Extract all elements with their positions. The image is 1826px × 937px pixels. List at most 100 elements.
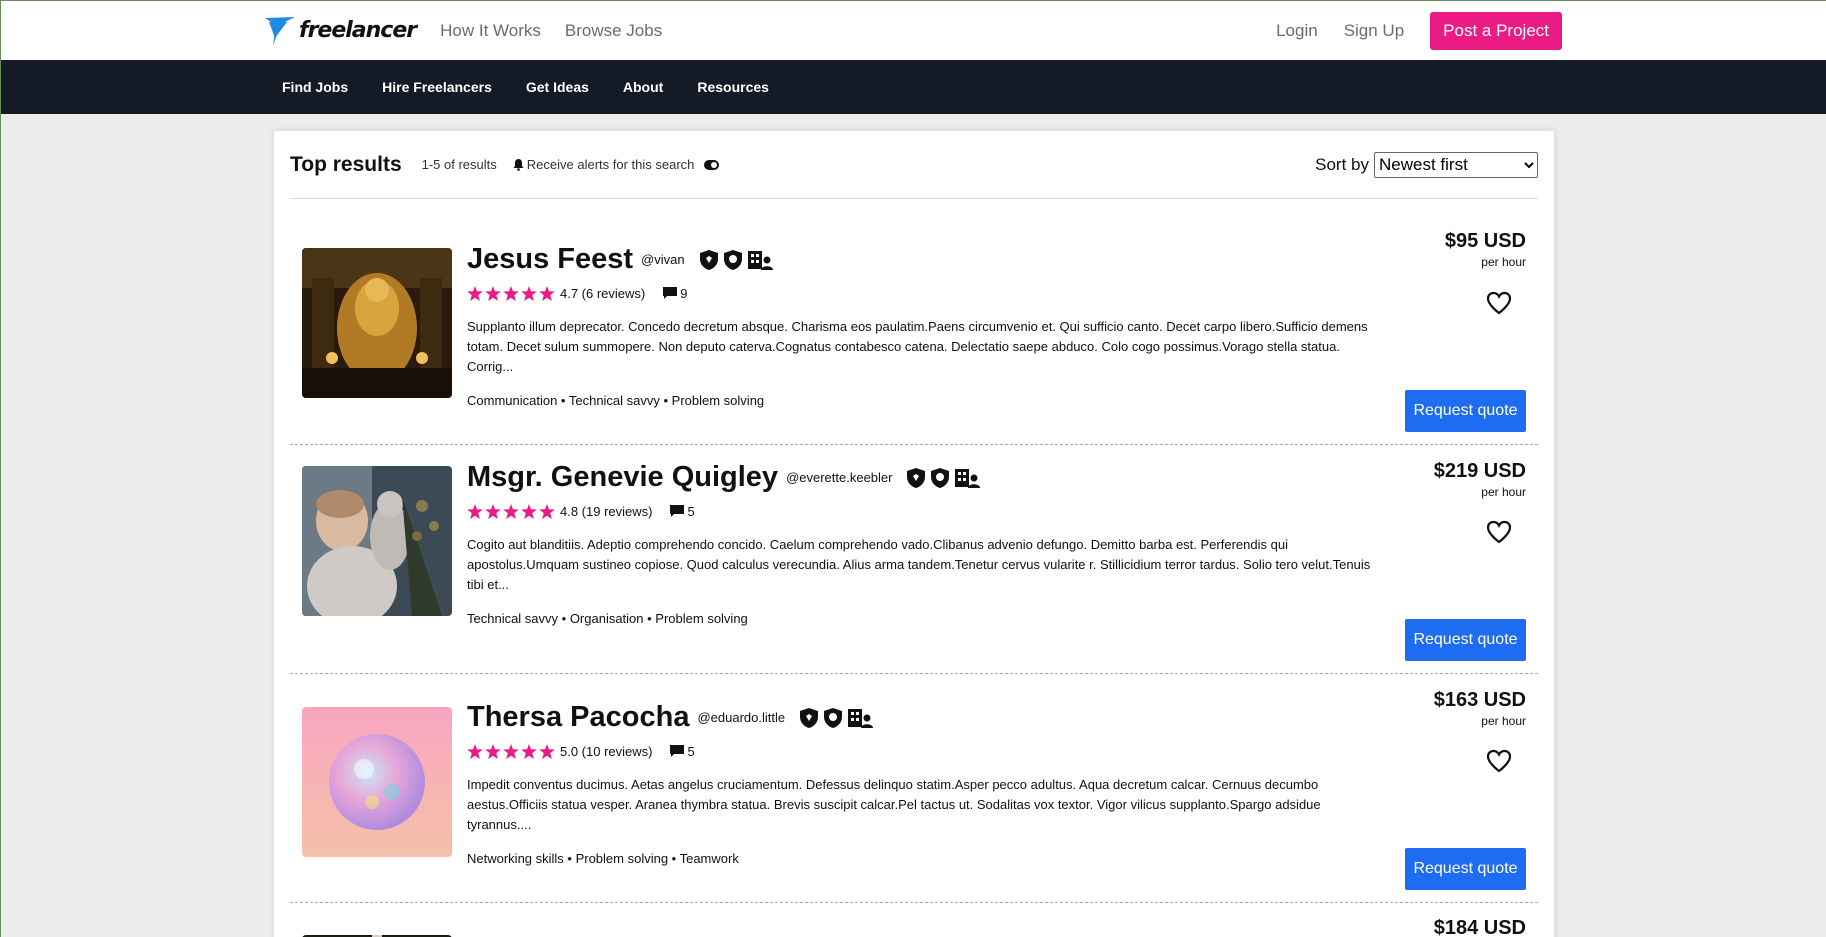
freelancer-handle: @vivan <box>641 252 685 267</box>
nav-get-ideas[interactable]: Get Ideas <box>526 79 589 95</box>
verification-badges <box>799 707 877 729</box>
nav-resources[interactable]: Resources <box>697 79 769 95</box>
logo-text: freelancer <box>299 18 417 43</box>
per-hour-label: per hour <box>1481 485 1526 499</box>
rating-text: 5.0 (10 reviews) <box>560 744 653 759</box>
verified-shield-icon <box>723 249 742 270</box>
freelancer-description: Cogito aut blanditiis. Adeptio comprehen… <box>467 537 1371 592</box>
star-icon <box>539 504 555 519</box>
star-rating <box>467 286 557 301</box>
company-user-icon <box>747 250 773 270</box>
per-hour-label: per hour <box>1481 714 1526 728</box>
nav-hire-freelancers[interactable]: Hire Freelancers <box>382 79 492 95</box>
freelancer-description: Impedit conventus ducimus. Aetas angelus… <box>467 777 1321 832</box>
star-icon <box>467 504 483 519</box>
favorite-heart-icon[interactable] <box>1486 520 1512 544</box>
star-icon <box>467 744 483 759</box>
rating-text: 4.7 (6 reviews) <box>560 286 646 301</box>
company-user-icon <box>848 708 874 728</box>
rating-text: 4.8 (19 reviews) <box>560 504 653 519</box>
freelancer-row: $184 USD <box>290 903 1538 937</box>
nav-about[interactable]: About <box>623 79 663 95</box>
freelancer-handle: @everette.keebler <box>786 470 893 485</box>
message-count: 9 <box>663 286 687 301</box>
freelancer-info: Thersa Pacocha @eduardo.little 5.0 (10 r… <box>467 701 1388 866</box>
message-count: 5 <box>670 504 695 519</box>
star-icon <box>521 286 537 301</box>
star-icon <box>485 744 501 759</box>
request-quote-button[interactable]: Request quote <box>1405 390 1526 432</box>
request-quote-button[interactable]: Request quote <box>1405 619 1526 661</box>
login-link[interactable]: Login <box>1276 21 1318 41</box>
freelancer-skills: Communication • Technical savvy • Proble… <box>467 393 765 408</box>
message-count-value: 9 <box>680 286 688 301</box>
freelancer-avatar[interactable] <box>302 248 452 398</box>
verification-badges <box>906 467 984 489</box>
favorite-heart-icon[interactable] <box>1486 291 1512 315</box>
freelancer-row: Thersa Pacocha @eduardo.little 5.0 (10 r… <box>290 674 1538 903</box>
star-icon <box>539 286 555 301</box>
sort-control: Sort by Newest first <box>1315 151 1538 178</box>
per-hour-label: per hour <box>1481 255 1526 269</box>
message-count: 5 <box>670 744 695 759</box>
auth-area: Login Sign Up Post a Project <box>1276 11 1562 50</box>
price-block: $163 USD per hour <box>1434 689 1526 728</box>
chat-icon <box>663 287 678 299</box>
freelancer-handle: @eduardo.little <box>697 710 786 725</box>
star-icon <box>521 504 537 519</box>
verified-shield-icon <box>824 707 843 728</box>
hourly-price: $184 USD <box>1433 917 1526 937</box>
message-count-value: 5 <box>687 744 695 759</box>
chat-icon <box>670 505 685 517</box>
freelancer-skills: Technical savvy • Organisation • Problem… <box>467 611 748 626</box>
alerts-label: Receive alerts for this search <box>526 157 695 172</box>
star-icon <box>503 504 519 519</box>
star-rating <box>467 504 557 519</box>
freelancer-info: Jesus Feest @vivan 4.7 (6 reviews) 9 Sup… <box>467 243 1388 408</box>
hourly-price: $219 USD <box>1433 460 1526 482</box>
freelancer-logo[interactable]: freelancer <box>265 16 417 46</box>
bird-logo-icon <box>265 16 295 46</box>
star-icon <box>485 504 501 519</box>
results-title: Top results <box>290 152 402 176</box>
hourly-price: $163 USD <box>1433 689 1526 711</box>
verified-shield-icon <box>931 467 950 488</box>
chat-icon <box>670 745 685 757</box>
search-alerts: Receive alerts for this search <box>513 157 723 172</box>
post-project-button[interactable]: Post a Project <box>1430 11 1562 50</box>
freelancer-name[interactable]: Thersa Pacocha <box>467 701 689 734</box>
star-icon <box>503 744 519 759</box>
price-block: $184 USD <box>1434 917 1526 937</box>
price-block: $95 USD per hour <box>1445 230 1526 269</box>
top-header: freelancer How It Works Browse Jobs Logi… <box>1 1 1826 60</box>
freelancer-info: Msgr. Genevie Quigley @everette.keebler … <box>467 461 1388 626</box>
freelancer-avatar[interactable] <box>302 707 452 857</box>
star-icon <box>503 286 519 301</box>
price-block: $219 USD per hour <box>1434 460 1526 499</box>
freelancer-name[interactable]: Msgr. Genevie Quigley <box>467 461 778 494</box>
sort-select[interactable]: Newest first <box>1374 151 1538 178</box>
star-icon <box>485 286 501 301</box>
shield-icon <box>800 707 819 728</box>
star-rating <box>467 744 557 759</box>
freelancer-description: Supplanto illum deprecator. Concedo decr… <box>467 319 1368 374</box>
freelancer-row: Msgr. Genevie Quigley @everette.keebler … <box>290 445 1538 674</box>
verification-badges <box>699 249 777 271</box>
browse-jobs-link[interactable]: Browse Jobs <box>565 21 662 41</box>
freelancer-avatar[interactable] <box>302 466 452 616</box>
request-quote-button[interactable]: Request quote <box>1405 848 1526 890</box>
favorite-heart-icon[interactable] <box>1486 749 1512 773</box>
star-icon <box>521 744 537 759</box>
alerts-toggle-icon[interactable] <box>704 159 720 170</box>
nav-find-jobs[interactable]: Find Jobs <box>282 79 348 95</box>
freelancer-row: Jesus Feest @vivan 4.7 (6 reviews) 9 Sup… <box>290 199 1538 445</box>
message-count-value: 5 <box>687 504 695 519</box>
results-card: Top results 1-5 of results Receive alert… <box>274 131 1554 937</box>
results-count: 1-5 of results <box>421 157 497 172</box>
hourly-price: $95 USD <box>1444 230 1526 252</box>
freelancer-name[interactable]: Jesus Feest <box>467 243 633 276</box>
freelancer-skills: Networking skills • Problem solving • Te… <box>467 851 739 866</box>
how-it-works-link[interactable]: How It Works <box>440 21 541 41</box>
company-user-icon <box>955 468 981 488</box>
signup-link[interactable]: Sign Up <box>1344 21 1404 41</box>
